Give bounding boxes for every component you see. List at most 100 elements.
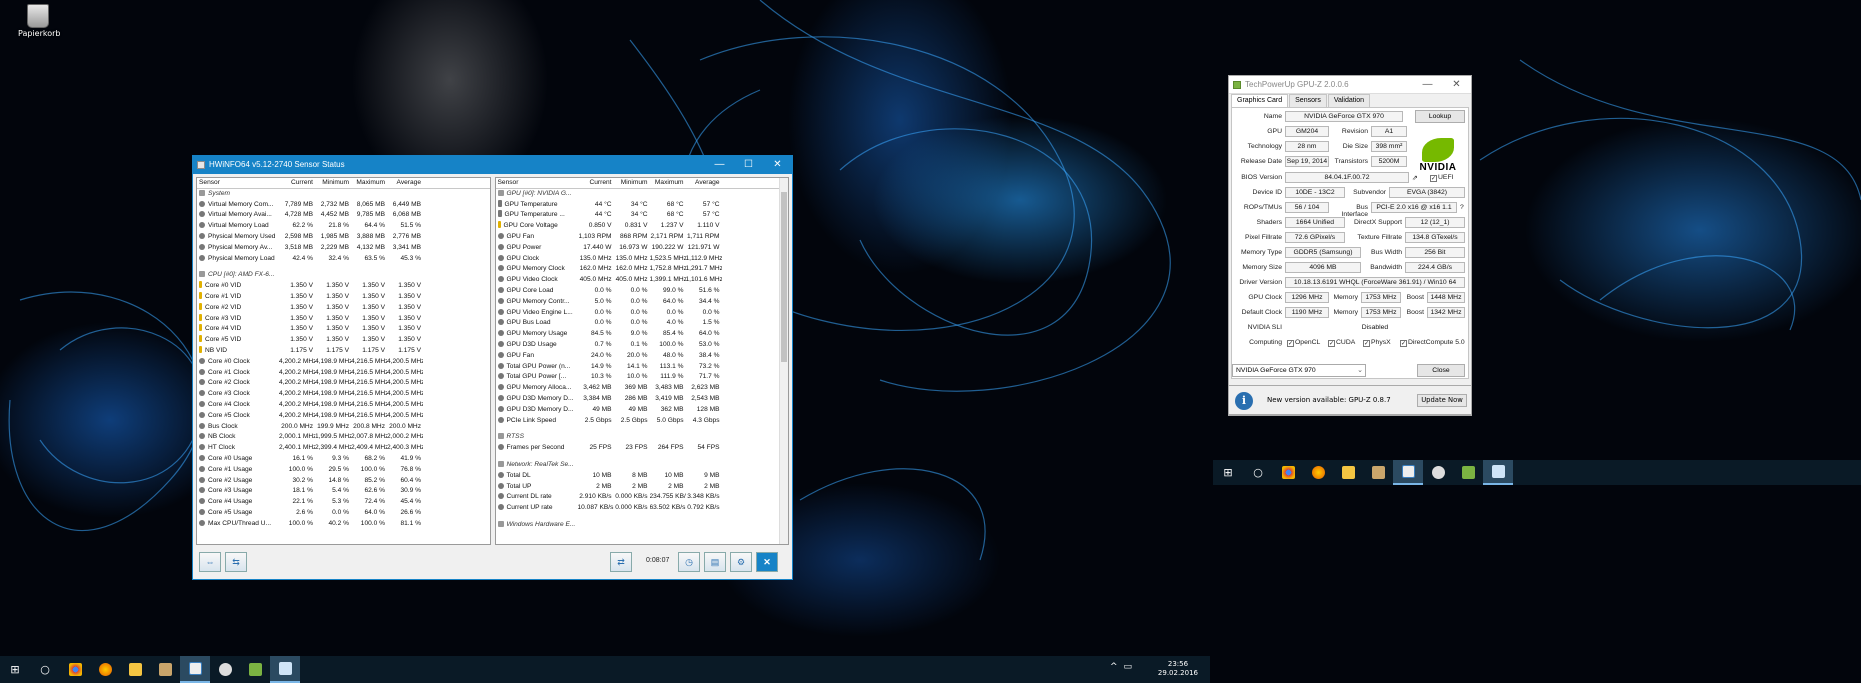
- col-maximum[interactable]: Maximum: [650, 178, 686, 188]
- chrome-icon[interactable]: [60, 656, 90, 683]
- sensor-row[interactable]: Max CPU/Thread U... 100.0 % 40.2 % 100.0 % 8…: [197, 519, 490, 530]
- uefi-checkbox[interactable]: ✓ UEFI: [1430, 174, 1453, 182]
- default-clock-value[interactable]: 1190 MHz: [1285, 307, 1329, 318]
- boost-value[interactable]: 1448 MHz: [1427, 292, 1465, 303]
- pixel-fillrate-value[interactable]: 72.6 GPixel/s: [1285, 232, 1345, 243]
- sensor-row[interactable]: GPU Memory Usage 84.5 % 9.0 % 85.4 % 64.0 %: [496, 329, 789, 340]
- expand-arrows-icon[interactable]: ⇔: [199, 552, 221, 572]
- default-boost-value[interactable]: 1342 MHz: [1427, 307, 1465, 318]
- sensor-taskbar-icon[interactable]: [270, 656, 300, 683]
- tab-graphics-card[interactable]: Graphics Card: [1231, 94, 1289, 107]
- gpu-clock-value[interactable]: 1296 MHz: [1285, 292, 1329, 303]
- sensor-row[interactable]: GPU Temperature 44 °C 34 °C 68 °C 57 °C: [496, 199, 789, 211]
- release-date-value[interactable]: Sep 19, 2014: [1285, 156, 1329, 167]
- minimize-icon[interactable]: —: [1413, 76, 1442, 94]
- sensor-row[interactable]: GPU Temperature ... 44 °C 34 °C 68 °C 57 °C: [496, 210, 789, 221]
- sensor-row[interactable]: Core #1 Clock 4,200.2 MHz 4,198.9 MHz 4,216…: [197, 368, 490, 379]
- sensor-row[interactable]: GPU Video Engine L... 0.0 % 0.0 % 0.0 % 0.0 …: [496, 308, 789, 319]
- sensor-row[interactable]: Core #5 Clock 4,200.2 MHz 4,198.9 MHz 4,216…: [197, 411, 490, 422]
- sensor-group[interactable]: RTSS: [496, 432, 789, 443]
- memory-type-value[interactable]: GDDR5 (Samsung): [1285, 247, 1361, 258]
- close-icon[interactable]: ✕: [1442, 76, 1471, 94]
- sensor-row[interactable]: Core #1 VID 1.350 V 1.350 V 1.350 V 1.350 V: [197, 291, 490, 303]
- hwinfo-taskbar-icon[interactable]: [180, 656, 210, 683]
- firefox-icon[interactable]: [90, 656, 120, 683]
- sensor-row[interactable]: Physical Memory Used 2,598 MB 1,985 MB 3,88…: [197, 232, 490, 243]
- sensor-row[interactable]: NB VID 1.175 V 1.175 V 1.175 V 1.175 V: [197, 345, 490, 357]
- update-now-button[interactable]: Update Now: [1417, 394, 1467, 407]
- wordpress-icon[interactable]: [210, 656, 240, 683]
- settings-icon[interactable]: ⚙: [730, 552, 752, 572]
- sensor-row[interactable]: Core #5 VID 1.350 V 1.350 V 1.350 V 1.350 V: [197, 335, 490, 346]
- scroll-thumb[interactable]: [781, 192, 787, 362]
- physx-checkbox[interactable]: ✓ PhysX: [1363, 339, 1391, 347]
- sensor-row[interactable]: Total GPU Power (n... 14.9 % 14.1 % 113.1 %…: [496, 362, 789, 373]
- sensor-row[interactable]: GPU Bus Load 0.0 % 0.0 % 4.0 % 1.5 %: [496, 318, 789, 329]
- wordpress-icon[interactable]: [1423, 460, 1453, 485]
- sensor-row[interactable]: GPU Power 17.440 W 16.973 W 190.222 W 121.97…: [496, 243, 789, 254]
- subvendor-value[interactable]: EVGA (3842): [1389, 187, 1465, 198]
- sensor-row[interactable]: GPU Core Voltage 0.850 V 0.831 V 1.237 V 1.1…: [496, 221, 789, 232]
- col-average[interactable]: Average: [387, 178, 423, 188]
- sensor-row[interactable]: Core #5 Usage 2.6 % 0.0 % 64.0 % 26.6 %: [197, 508, 490, 519]
- sensor-group[interactable]: Windows Hardware E...: [496, 520, 789, 531]
- sensor-row[interactable]: GPU Memory Clock 162.0 MHz 162.0 MHz 1,752.…: [496, 264, 789, 275]
- sensor-taskbar-icon[interactable]: [1483, 460, 1513, 485]
- start-icon[interactable]: ⊞: [0, 656, 30, 683]
- sensor-row[interactable]: Virtual Memory Load 62.2 % 21.8 % 64.4 % 51.…: [197, 221, 490, 232]
- gpuz-taskbar-icon[interactable]: [1453, 460, 1483, 485]
- search-icon[interactable]: ○: [1243, 460, 1273, 485]
- gpu-value[interactable]: GM204: [1285, 126, 1329, 137]
- col-current[interactable]: Current: [279, 178, 315, 188]
- sensor-row[interactable]: Core #4 Usage 22.1 % 5.3 % 72.4 % 45.4 %: [197, 497, 490, 508]
- sensor-row[interactable]: GPU Fan 24.0 % 20.0 % 48.0 % 38.4 %: [496, 351, 789, 362]
- driver-version-value[interactable]: 10.18.13.6191 WHQL (ForceWare 361.91) / …: [1285, 277, 1465, 288]
- sensor-row[interactable]: Core #4 Clock 4,200.2 MHz 4,198.9 MHz 4,216…: [197, 400, 490, 411]
- sensor-group[interactable]: CPU [#0]: AMD FX-6...: [197, 270, 490, 281]
- sensor-row[interactable]: Core #4 VID 1.350 V 1.350 V 1.350 V 1.350 V: [197, 324, 490, 335]
- opencl-checkbox[interactable]: ✓ OpenCL: [1287, 339, 1320, 347]
- directx-value[interactable]: 12 (12_1): [1405, 217, 1465, 228]
- close-sensors-button[interactable]: ✕: [756, 552, 778, 572]
- bus-interface-value[interactable]: PCI-E 2.0 x16 @ x16 1.1: [1371, 202, 1457, 213]
- lookup-button[interactable]: Lookup: [1415, 110, 1465, 123]
- col-sensor[interactable]: Sensor: [197, 178, 279, 188]
- sensor-row[interactable]: HT Clock 2,400.1 MHz 2,399.4 MHz 2,409.4 MH…: [197, 443, 490, 454]
- sensor-row[interactable]: Core #0 VID 1.350 V 1.350 V 1.350 V 1.350 V: [197, 281, 490, 292]
- tab-sensors[interactable]: Sensors: [1289, 94, 1327, 107]
- sensor-row[interactable]: GPU D3D Memory D... 49 MB 49 MB 362 MB 128 M…: [496, 405, 789, 416]
- scrollbar[interactable]: [779, 178, 788, 544]
- sensor-row[interactable]: GPU D3D Memory D... 3,384 MB 286 MB 3,419 M…: [496, 394, 789, 405]
- bus-width-value[interactable]: 256 Bit: [1405, 247, 1465, 258]
- firefox-icon[interactable]: [1303, 460, 1333, 485]
- sensor-row[interactable]: Total UP 2 MB 2 MB 2 MB 2 MB: [496, 482, 789, 493]
- sensor-row[interactable]: PCIe Link Speed 2.5 Gbps 2.5 Gbps 5.0 Gbps 4…: [496, 416, 789, 427]
- tab-validation[interactable]: Validation: [1327, 94, 1371, 107]
- transistors-value[interactable]: 5200M: [1371, 156, 1407, 167]
- directcompute-checkbox[interactable]: ✓ DirectCompute 5.0: [1400, 339, 1465, 347]
- card-select[interactable]: NVIDIA GeForce GTX 970 ⌄: [1232, 364, 1366, 377]
- sensor-row[interactable]: Core #1 Usage 100.0 % 29.5 % 100.0 % 76.8 %: [197, 465, 490, 476]
- sensor-row[interactable]: Current UP rate 10.087 KB/s 0.000 KB/s 63.5…: [496, 503, 789, 514]
- sensor-row[interactable]: Core #3 Clock 4,200.2 MHz 4,198.9 MHz 4,216…: [197, 389, 490, 400]
- chrome-icon[interactable]: [1273, 460, 1303, 485]
- sensor-group[interactable]: Network: RealTek Se...: [496, 460, 789, 471]
- hwinfo-titlebar[interactable]: HWiNFO64 v5.12-2740 Sensor Status — ☐ ✕: [193, 156, 792, 174]
- col-minimum[interactable]: Minimum: [614, 178, 650, 188]
- recycle-bin[interactable]: Papierkorb: [18, 4, 61, 38]
- sensor-row[interactable]: Current DL rate 2.910 KB/s 0.000 KB/s 234.7…: [496, 492, 789, 503]
- report-icon[interactable]: ▤: [704, 552, 726, 572]
- sensor-row[interactable]: Physical Memory Load 42.4 % 32.4 % 63.5 % 45…: [197, 254, 490, 265]
- gpuz-titlebar[interactable]: TechPowerUp GPU-Z 2.0.0.6 — ✕: [1229, 76, 1471, 94]
- gpuz-taskbar-icon[interactable]: [240, 656, 270, 683]
- sensor-row[interactable]: Total GPU Power [... 10.3 % 10.0 % 111.9 % 7…: [496, 372, 789, 383]
- texture-fillrate-value[interactable]: 134.8 GTexel/s: [1405, 232, 1465, 243]
- start-icon[interactable]: ⊞: [1213, 460, 1243, 485]
- sensor-row[interactable]: GPU Fan 1,103 RPM 868 RPM 2,171 RPM 1,711 RP…: [496, 232, 789, 243]
- sensor-row[interactable]: GPU Memory Contr... 5.0 % 0.0 % 64.0 % 34.4 …: [496, 297, 789, 308]
- media-player-icon[interactable]: [1363, 460, 1393, 485]
- network-icon[interactable]: ⇄: [610, 552, 632, 572]
- sensor-row[interactable]: Virtual Memory Com... 7,789 MB 2,732 MB 8,0…: [197, 200, 490, 211]
- sensor-row[interactable]: GPU Core Load 0.0 % 0.0 % 99.0 % 51.6 %: [496, 286, 789, 297]
- sensor-row[interactable]: GPU D3D Usage 0.7 % 0.1 % 100.0 % 53.0 %: [496, 340, 789, 351]
